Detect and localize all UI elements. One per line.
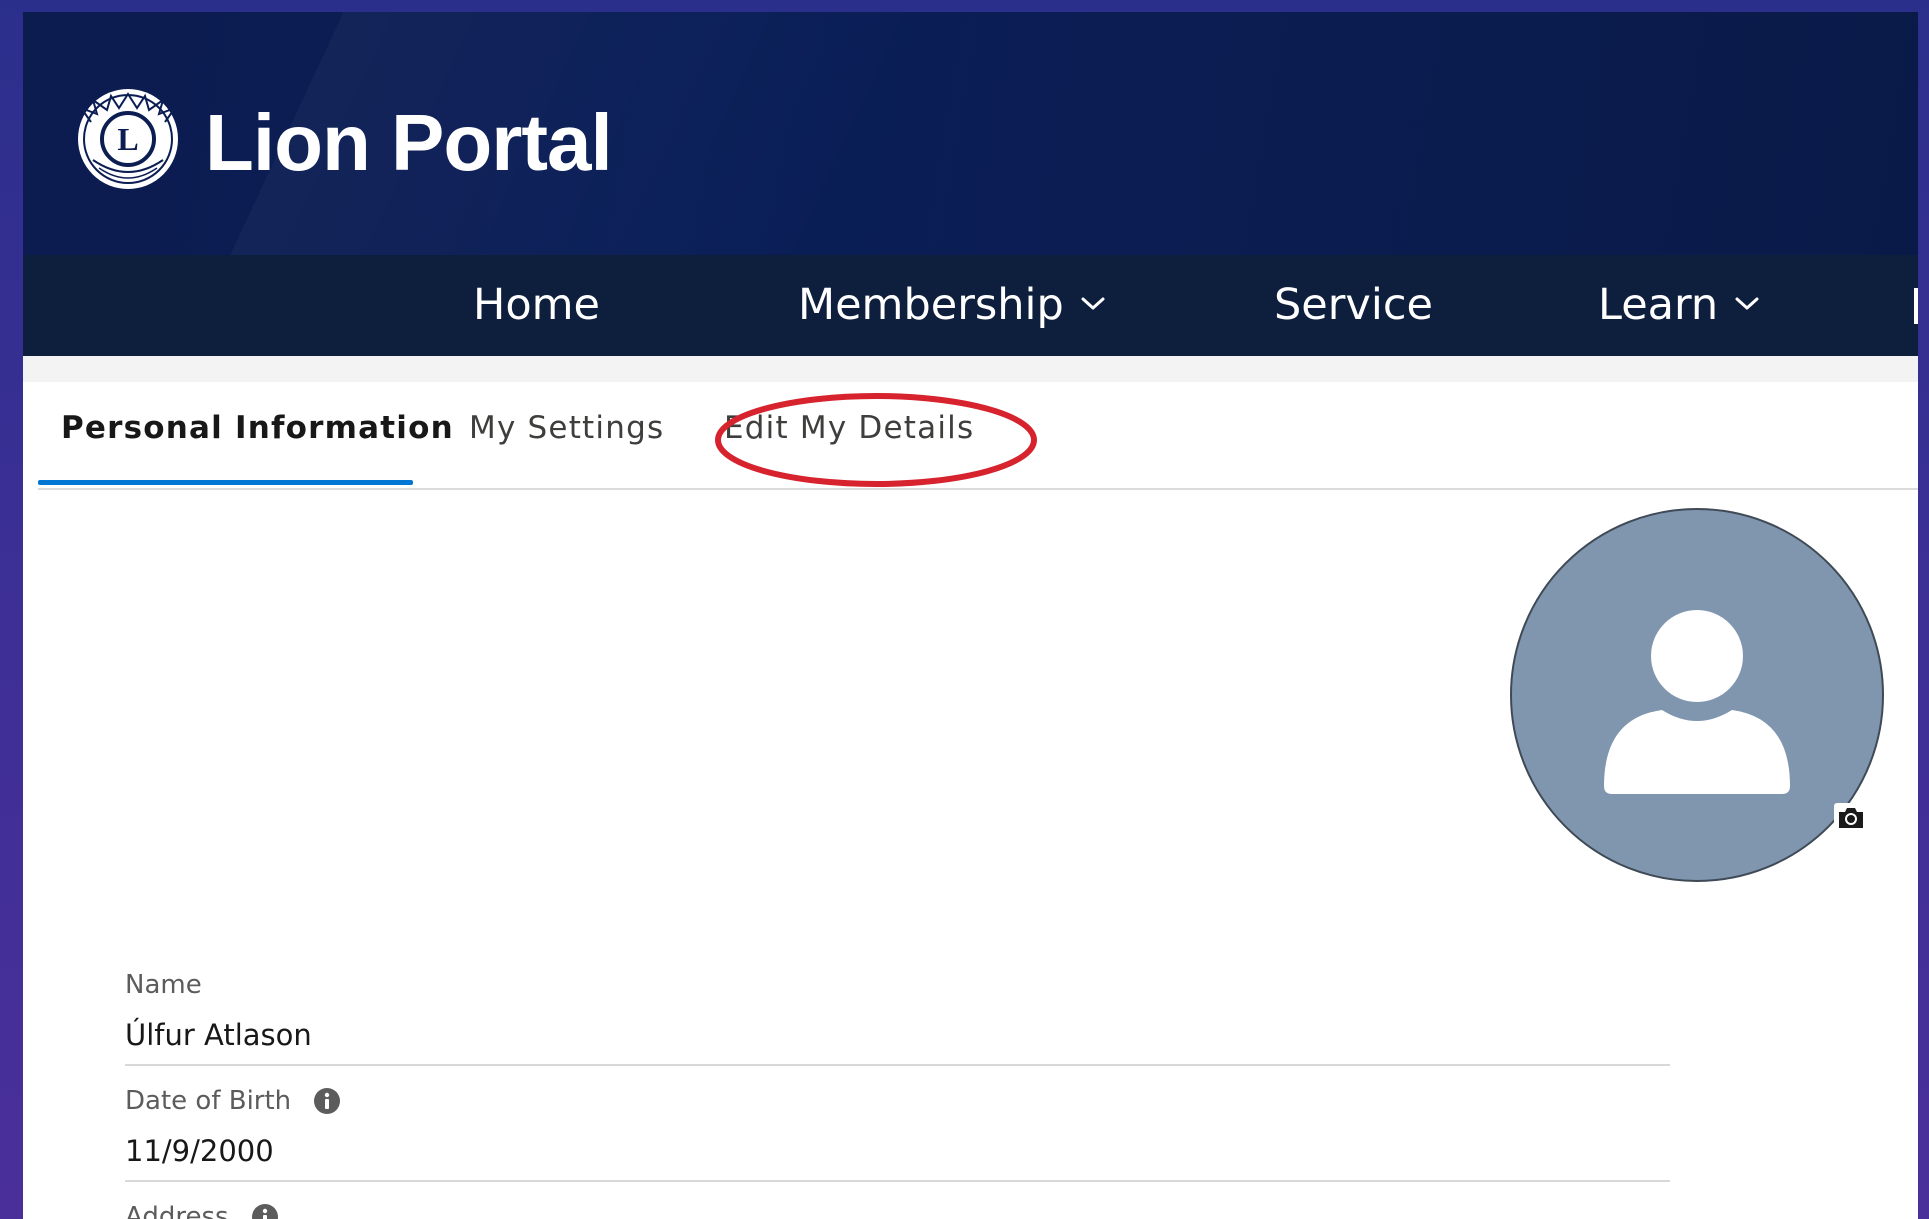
portal-title[interactable]: Lion Portal xyxy=(205,97,613,189)
nav-item-learn[interactable]: Learn xyxy=(1598,255,1760,356)
field-divider xyxy=(125,1064,1670,1066)
main-navigation: Home Membership Service Learn xyxy=(23,255,1918,356)
field-value: Úlfur Atlason xyxy=(125,1018,312,1052)
page-gutter xyxy=(23,356,1918,382)
tab-personal-information[interactable]: Personal Information xyxy=(61,410,454,446)
camera-icon[interactable] xyxy=(1833,802,1869,834)
nav-item-label: Home xyxy=(473,280,600,330)
tab-my-settings[interactable]: My Settings xyxy=(469,410,664,446)
nav-item-label: Membership xyxy=(798,280,1064,330)
profile-tabs: Personal Information My Settings Edit My… xyxy=(38,382,1918,490)
chevron-down-icon xyxy=(1735,297,1759,309)
profile-card: Personal Information My Settings Edit My… xyxy=(38,382,1918,1219)
field-label: Date of Birth xyxy=(125,1084,1670,1118)
field-label-text: Address xyxy=(125,1202,229,1219)
field-date-of-birth: Date of Birth 11/9/2000 xyxy=(125,1084,1670,1182)
nav-item-membership[interactable]: Membership xyxy=(798,255,1106,356)
portal-header-banner: L Lion Portal xyxy=(23,12,1918,255)
browser-page: L Lion Portal Home Membership Service Le… xyxy=(23,12,1918,1219)
nav-item-label: Service xyxy=(1274,280,1433,330)
profile-avatar[interactable] xyxy=(1510,508,1884,882)
field-divider xyxy=(125,1180,1670,1182)
nav-item-service[interactable]: Service xyxy=(1274,255,1433,356)
info-icon[interactable] xyxy=(313,1087,341,1115)
lions-international-emblem-icon[interactable]: L xyxy=(73,84,183,194)
field-value: 11/9/2000 xyxy=(125,1134,274,1168)
field-label: Address xyxy=(125,1200,1670,1219)
chevron-down-icon xyxy=(1081,297,1105,309)
nav-item-label: Learn xyxy=(1598,280,1719,330)
nav-item-cutoff[interactable] xyxy=(1914,288,1918,324)
svg-text:L: L xyxy=(117,121,138,157)
tab-edit-my-details[interactable]: Edit My Details xyxy=(724,410,974,446)
nav-item-home[interactable]: Home xyxy=(473,255,600,356)
field-label: Name xyxy=(125,968,1670,1002)
info-icon[interactable] xyxy=(251,1203,279,1219)
field-label-text: Date of Birth xyxy=(125,1086,292,1116)
field-label-text: Name xyxy=(125,970,202,1000)
field-name: Name Úlfur Atlason xyxy=(125,968,1670,1066)
field-address: Address xyxy=(125,1200,1670,1219)
active-tab-indicator xyxy=(38,480,413,485)
user-silhouette-icon xyxy=(1604,610,1790,794)
